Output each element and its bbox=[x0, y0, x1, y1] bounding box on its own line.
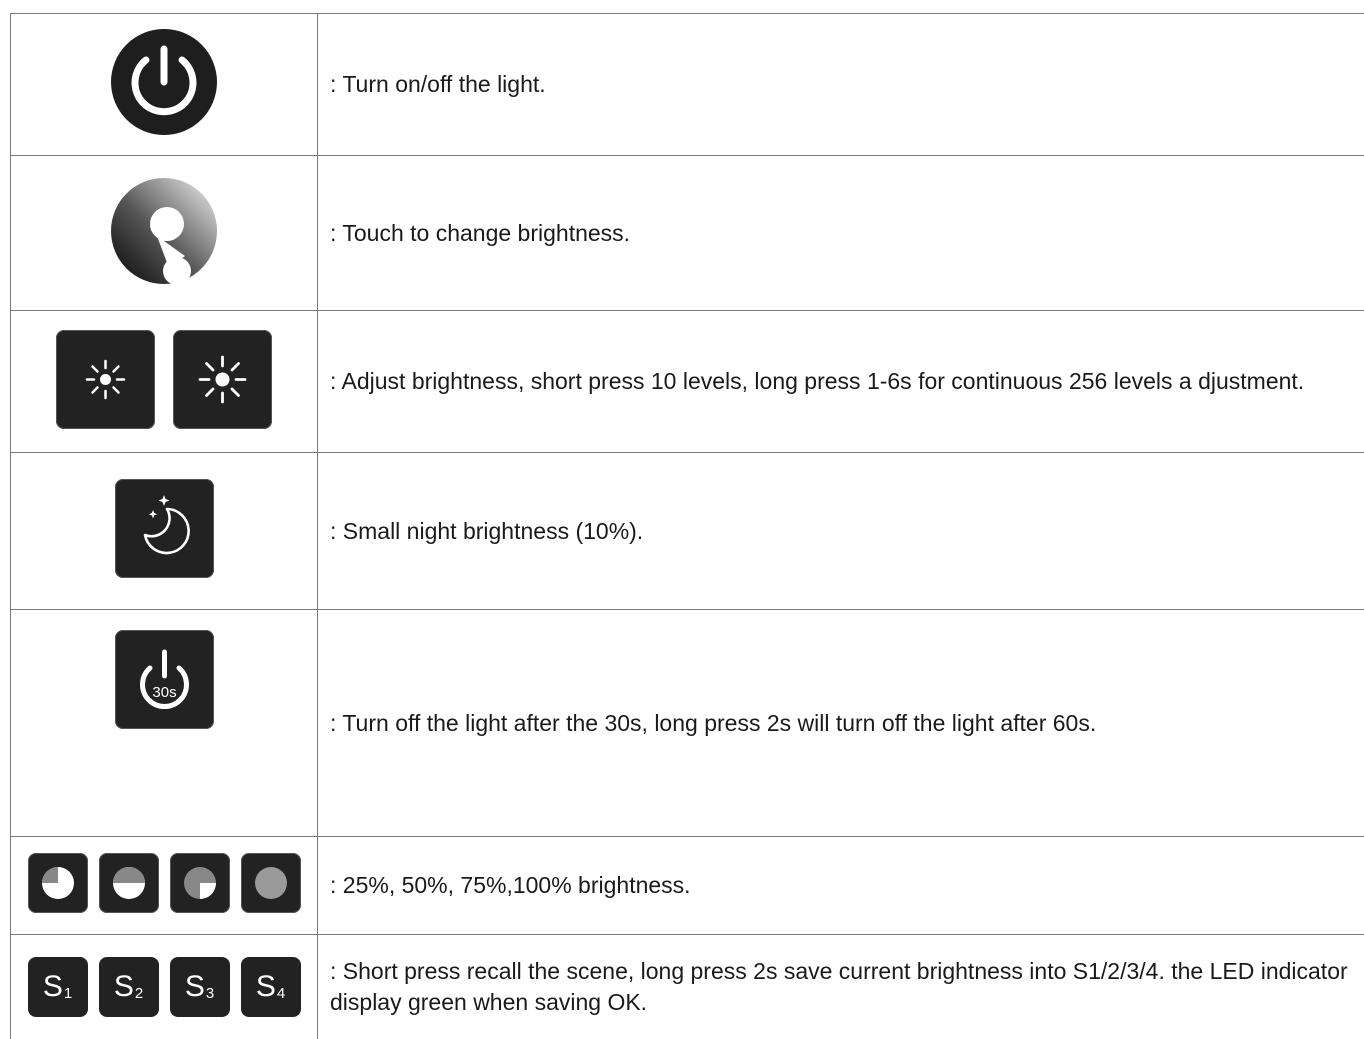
table-row: : Small night brightness (10%). bbox=[11, 453, 1364, 610]
scene-s1-icon: S1 bbox=[28, 957, 88, 1017]
icon-cell: S1 S2 S3 S4 bbox=[11, 935, 318, 1039]
power-icon bbox=[109, 27, 219, 137]
button-function-table: : Turn on/off the light. bbox=[10, 13, 1364, 1039]
timer-label: 30s bbox=[152, 684, 176, 701]
icon-cell: 30s bbox=[11, 610, 318, 837]
table-row: : Touch to change brightness. bbox=[11, 156, 1364, 311]
table-row: 30s : Turn off the light after the 30s, … bbox=[11, 610, 1364, 837]
brightness-up-icon bbox=[173, 330, 272, 429]
icon-cell bbox=[11, 156, 318, 311]
icon-cell bbox=[11, 311, 318, 453]
icon-cell bbox=[11, 14, 318, 156]
description-text: : Touch to change brightness. bbox=[318, 156, 1364, 311]
scene-s3-icon: S3 bbox=[170, 957, 230, 1017]
icon-cell bbox=[11, 837, 318, 935]
table-row: : Turn on/off the light. bbox=[11, 14, 1364, 156]
description-text: : Small night brightness (10%). bbox=[318, 453, 1364, 610]
brightness-down-icon bbox=[56, 330, 155, 429]
night-moon-icon bbox=[115, 479, 214, 578]
description-text: : Adjust brightness, short press 10 leve… bbox=[318, 311, 1364, 453]
timer-30s-icon: 30s bbox=[115, 630, 214, 729]
brightness-25-icon bbox=[28, 853, 88, 913]
scene-s4-icon: S4 bbox=[241, 957, 301, 1017]
description-text: : Short press recall the scene, long pre… bbox=[318, 935, 1364, 1039]
table-row: S1 S2 S3 S4 : Short press recall the sce… bbox=[11, 935, 1364, 1039]
brightness-50-icon bbox=[99, 853, 159, 913]
description-text: : Turn off the light after the 30s, long… bbox=[318, 610, 1364, 837]
table-row: : Adjust brightness, short press 10 leve… bbox=[11, 311, 1364, 453]
table-row: : 25%, 50%, 75%,100% brightness. bbox=[11, 837, 1364, 935]
icon-cell bbox=[11, 453, 318, 610]
brightness-ring-icon bbox=[109, 176, 219, 286]
description-text: : Turn on/off the light. bbox=[318, 14, 1364, 156]
brightness-75-icon bbox=[170, 853, 230, 913]
description-text: : 25%, 50%, 75%,100% brightness. bbox=[318, 837, 1364, 935]
scene-s2-icon: S2 bbox=[99, 957, 159, 1017]
brightness-100-icon bbox=[241, 853, 301, 913]
